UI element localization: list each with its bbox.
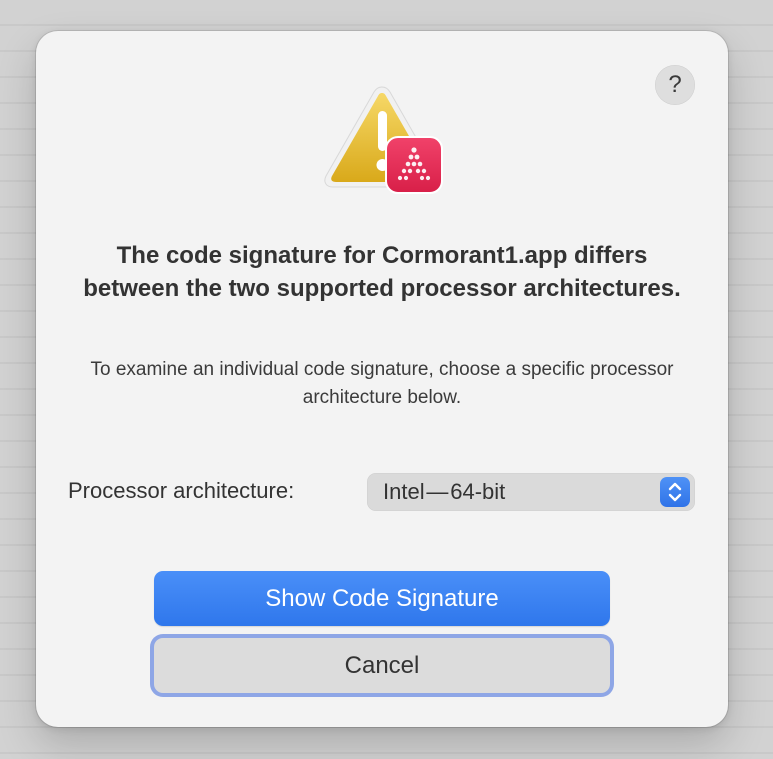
- warning-triangle-with-app-badge-icon: [320, 81, 450, 199]
- dialog-title: The code signature for Cormorant1.app di…: [83, 242, 681, 302]
- help-label: ?: [668, 71, 682, 98]
- processor-architecture-popup[interactable]: Intel — 64-bit: [367, 473, 695, 511]
- popup-selected-value: Intel — 64-bit: [383, 479, 506, 504]
- cancel-button[interactable]: Cancel: [154, 638, 610, 693]
- alert-dialog: ? The code signature for Cormorant1.app …: [36, 31, 728, 727]
- chevron-up-down-icon: [660, 477, 690, 507]
- dialog-message: To examine an individual code signature,…: [90, 359, 674, 408]
- processor-architecture-label: Processor architecture:: [68, 478, 295, 503]
- show-code-signature-button[interactable]: Show Code Signature: [154, 571, 610, 626]
- help-button[interactable]: ?: [655, 65, 695, 105]
